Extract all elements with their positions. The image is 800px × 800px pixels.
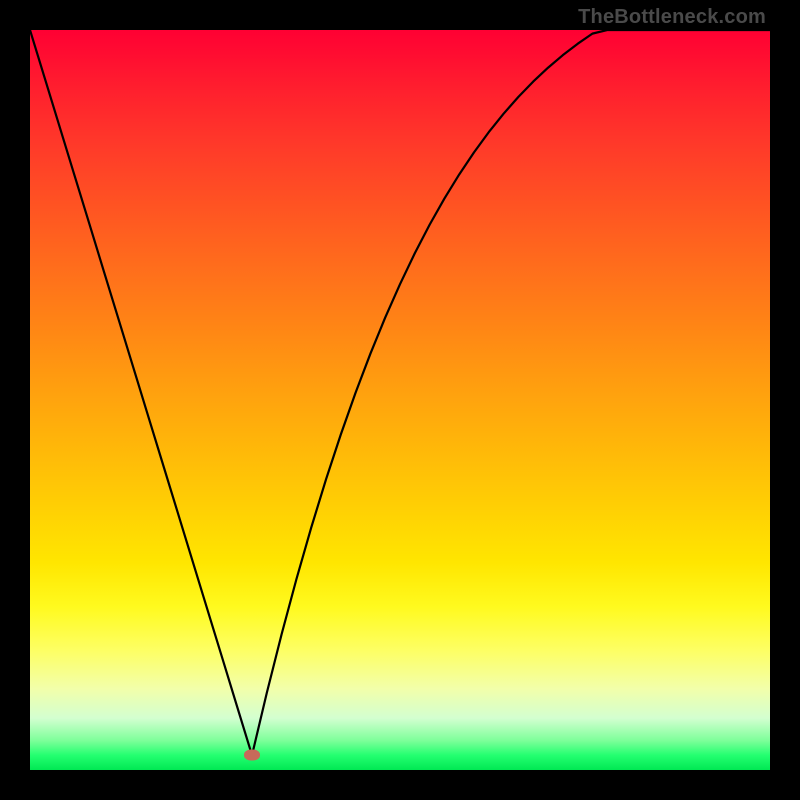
plot-area [30,30,770,770]
watermark-text: TheBottleneck.com [578,6,766,29]
chart-frame: TheBottleneck.com [0,0,800,800]
minimum-marker [244,750,260,761]
